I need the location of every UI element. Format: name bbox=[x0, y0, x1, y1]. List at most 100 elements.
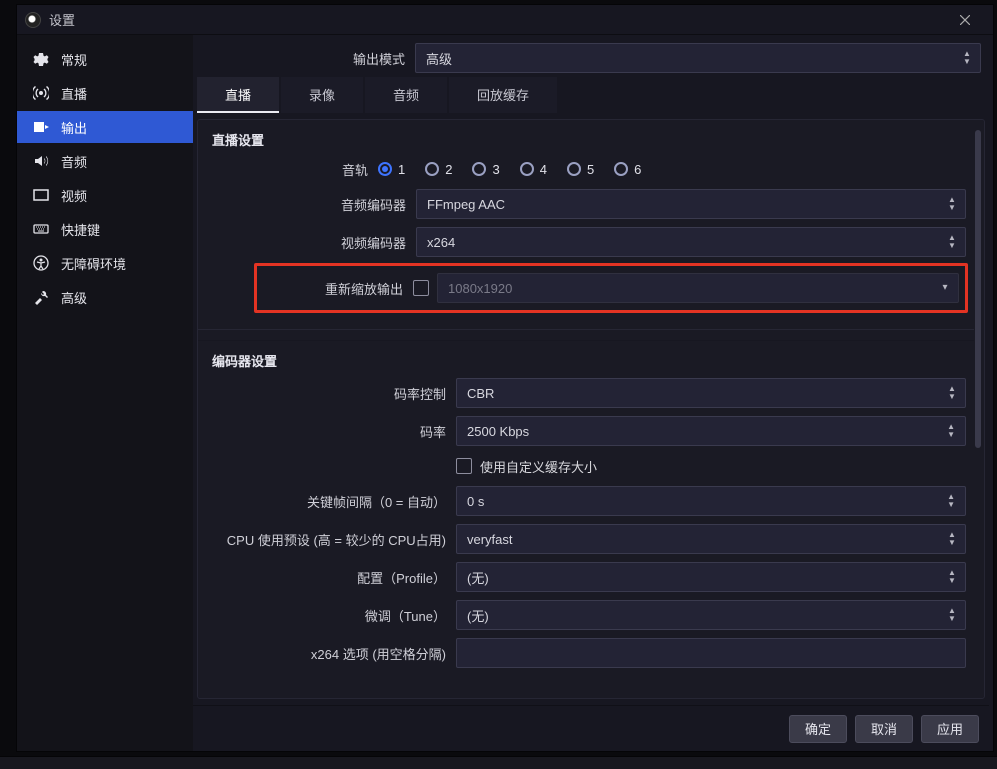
tab-audio[interactable]: 音频 bbox=[365, 77, 447, 113]
button-label: 取消 bbox=[871, 719, 897, 738]
select-arrows-icon: ▲▼ bbox=[945, 228, 959, 256]
output-mode-label: 输出模式 bbox=[197, 49, 415, 68]
bitrate-input[interactable]: 2500 Kbps ▲▼ bbox=[456, 416, 966, 446]
sidebar-item-advanced[interactable]: 高级 bbox=[17, 281, 193, 313]
bitrate-label: 码率 bbox=[198, 422, 456, 441]
tune-select[interactable]: (无) ▲▼ bbox=[456, 600, 966, 630]
output-tabs: 直播 录像 音频 回放缓存 bbox=[193, 77, 989, 113]
select-arrows-icon: ▲▼ bbox=[945, 525, 959, 553]
sidebar-item-video[interactable]: 视频 bbox=[17, 179, 193, 211]
audio-track-label: 音轨 bbox=[198, 160, 378, 179]
tab-recording[interactable]: 录像 bbox=[281, 77, 363, 113]
audio-track-2[interactable]: 2 bbox=[425, 162, 452, 177]
close-icon bbox=[960, 15, 970, 25]
spinner-icon: ▲▼ bbox=[947, 493, 955, 509]
tab-label: 录像 bbox=[309, 85, 335, 104]
audio-track-6[interactable]: 6 bbox=[614, 162, 641, 177]
rate-control-label: 码率控制 bbox=[198, 384, 456, 403]
sidebar-item-accessibility[interactable]: 无障碍环境 bbox=[17, 247, 193, 279]
rescale-select[interactable]: 1080x1920 ▾ bbox=[437, 273, 959, 303]
cancel-button[interactable]: 取消 bbox=[855, 715, 913, 743]
settings-window: 设置 常规 直播 输出 音频 视频 bbox=[16, 4, 994, 752]
tools-icon bbox=[33, 289, 49, 305]
stream-section-title: 直播设置 bbox=[198, 120, 974, 153]
x264opts-input[interactable] bbox=[456, 638, 966, 668]
cpu-preset-label: CPU 使用预设 (高 = 较少的 CPU占用) bbox=[198, 530, 456, 549]
cpu-preset-select[interactable]: veryfast ▲▼ bbox=[456, 524, 966, 554]
button-label: 确定 bbox=[805, 719, 831, 738]
sidebar-item-label: 直播 bbox=[61, 84, 87, 103]
sidebar-item-hotkeys[interactable]: 快捷键 bbox=[17, 213, 193, 245]
sidebar-item-label: 高级 bbox=[61, 288, 87, 307]
sidebar-item-general[interactable]: 常规 bbox=[17, 43, 193, 75]
radio-label: 4 bbox=[540, 162, 547, 177]
audio-encoder-select[interactable]: FFmpeg AAC ▲▼ bbox=[416, 189, 966, 219]
sidebar-item-stream[interactable]: 直播 bbox=[17, 77, 193, 109]
stream-panel: 直播设置 音轨 1 2 3 4 5 6 音频编码器 FFmpeg A bbox=[197, 119, 985, 699]
content: 输出模式 高级 ▲▼ 直播 录像 音频 回放缓存 直播设置 音轨 1 bbox=[193, 35, 993, 751]
keyframe-input[interactable]: 0 s ▲▼ bbox=[456, 486, 966, 516]
tab-replaybuffer[interactable]: 回放缓存 bbox=[449, 77, 557, 113]
radio-icon bbox=[378, 162, 392, 176]
ok-button[interactable]: 确定 bbox=[789, 715, 847, 743]
custom-buffer-label: 使用自定义缓存大小 bbox=[480, 457, 597, 476]
scrollbar[interactable] bbox=[975, 130, 981, 448]
tune-label: 微调（Tune） bbox=[198, 606, 456, 625]
radio-icon bbox=[472, 162, 486, 176]
cpu-preset-value: veryfast bbox=[467, 532, 513, 547]
radio-icon bbox=[567, 162, 581, 176]
rescale-value: 1080x1920 bbox=[448, 281, 512, 296]
audio-track-4[interactable]: 4 bbox=[520, 162, 547, 177]
encoder-section: 编码器设置 码率控制 CBR ▲▼ 码率 2500 Kbps ▲▼ bbox=[198, 340, 974, 672]
accessibility-icon bbox=[33, 255, 49, 271]
audio-track-1[interactable]: 1 bbox=[378, 162, 405, 177]
select-arrows-icon: ▲▼ bbox=[960, 44, 974, 72]
spinner-icon: ▲▼ bbox=[947, 423, 955, 439]
rescale-checkbox[interactable] bbox=[413, 280, 429, 296]
app-bottom-bar bbox=[0, 756, 997, 769]
radio-icon bbox=[520, 162, 534, 176]
sidebar-item-label: 音频 bbox=[61, 152, 87, 171]
tab-label: 音频 bbox=[393, 85, 419, 104]
keyframe-value: 0 s bbox=[467, 494, 484, 509]
audio-track-3[interactable]: 3 bbox=[472, 162, 499, 177]
audio-track-5[interactable]: 5 bbox=[567, 162, 594, 177]
rescale-label: 重新缩放输出 bbox=[257, 279, 413, 298]
rate-control-select[interactable]: CBR ▲▼ bbox=[456, 378, 966, 408]
audio-track-radios: 1 2 3 4 5 6 bbox=[378, 162, 966, 177]
x264opts-label: x264 选项 (用空格分隔) bbox=[198, 644, 456, 663]
close-button[interactable] bbox=[945, 6, 985, 34]
radio-label: 2 bbox=[445, 162, 452, 177]
video-encoder-value: x264 bbox=[427, 235, 455, 250]
select-arrows-icon: ▲▼ bbox=[945, 190, 959, 218]
button-label: 应用 bbox=[937, 719, 963, 738]
radio-icon bbox=[614, 162, 628, 176]
video-icon bbox=[33, 187, 49, 203]
keyframe-label: 关键帧间隔（0 = 自动） bbox=[198, 492, 456, 511]
video-encoder-label: 视频编码器 bbox=[198, 233, 416, 252]
keyboard-icon bbox=[33, 221, 49, 237]
select-arrows-icon: ▲▼ bbox=[945, 601, 959, 629]
titlebar: 设置 bbox=[17, 5, 993, 35]
footer: 确定 取消 应用 bbox=[193, 705, 989, 751]
custom-buffer-checkbox[interactable] bbox=[456, 458, 472, 474]
tab-stream[interactable]: 直播 bbox=[197, 77, 279, 113]
tab-label: 直播 bbox=[225, 85, 251, 104]
sidebar-item-label: 视频 bbox=[61, 186, 87, 205]
radio-icon bbox=[425, 162, 439, 176]
select-arrows-icon: ▲▼ bbox=[945, 379, 959, 407]
apply-button[interactable]: 应用 bbox=[921, 715, 979, 743]
profile-select[interactable]: (无) ▲▼ bbox=[456, 562, 966, 592]
sidebar-item-label: 无障碍环境 bbox=[61, 254, 126, 273]
window-title: 设置 bbox=[49, 10, 75, 29]
output-mode-select[interactable]: 高级 ▲▼ bbox=[415, 43, 981, 73]
sidebar-item-output[interactable]: 输出 bbox=[17, 111, 193, 143]
rescale-highlight: 重新缩放输出 1080x1920 ▾ bbox=[254, 263, 968, 313]
sidebar-item-label: 输出 bbox=[61, 118, 87, 137]
video-encoder-select[interactable]: x264 ▲▼ bbox=[416, 227, 966, 257]
sidebar-item-audio[interactable]: 音频 bbox=[17, 145, 193, 177]
rate-control-value: CBR bbox=[467, 386, 494, 401]
sidebar-item-label: 常规 bbox=[61, 50, 87, 69]
radio-label: 1 bbox=[398, 162, 405, 177]
profile-value: (无) bbox=[467, 568, 489, 587]
